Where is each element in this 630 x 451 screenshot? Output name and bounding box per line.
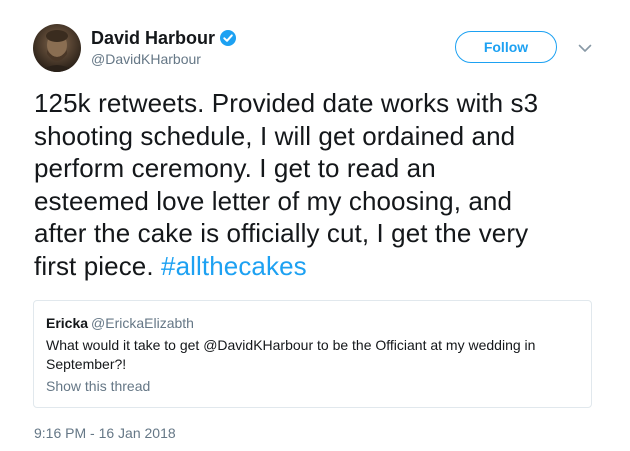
- quoted-tweet[interactable]: Ericka @Eric​kaElizabth What would it tak…: [33, 300, 592, 408]
- tweet-text-line: perform ceremony. I get to read an: [34, 153, 436, 183]
- tweet-text-line: esteemed love letter of my choosing, and: [34, 185, 513, 216]
- quoted-tweet-author: Ericka @Eric​kaElizabth: [46, 315, 194, 331]
- quoted-tweet-text-line: What would it take to get @DavidKHarbour…: [46, 337, 536, 353]
- hashtag-link[interactable]: #allthecakes: [161, 251, 307, 281]
- tweet-text-last-line: first piece. #allthecakes: [34, 250, 594, 283]
- tweet-text-line: after the cake is officially cut, I get …: [34, 218, 529, 248]
- tweet-text-segment: first piece.: [34, 250, 162, 281]
- show-thread-link[interactable]: Show this thread: [46, 378, 150, 394]
- quoted-tweet-text: What would it take to get @DavidKHarbour…: [46, 336, 566, 374]
- tweet-text-line: 125k retweets. Provided date works with …: [34, 88, 539, 118]
- quoted-tweet-text-line: September?!: [46, 356, 127, 372]
- author-handle[interactable]: @DavidKHarbour: [91, 51, 201, 67]
- author-name-row: David Harbour: [91, 27, 237, 49]
- verified-badge-icon: [220, 30, 237, 46]
- quoted-tweet-display-name: Ericka: [46, 315, 89, 331]
- tweet-card: David Harbour @DavidKHarbour Follow 125k…: [0, 0, 630, 451]
- tweet-timestamp[interactable]: 9:16 PM - 16 Jan 2018: [34, 425, 176, 441]
- author-display-name[interactable]: David Harbour: [91, 28, 215, 49]
- tweet-text-line: shooting schedule, I will get ordained a…: [34, 120, 516, 151]
- avatar[interactable]: [33, 24, 81, 72]
- follow-button[interactable]: Follow: [455, 31, 557, 63]
- quoted-tweet-handle: @Eric​kaElizabth: [91, 315, 194, 331]
- tweet-text: 125k retweets. Provided date works with …: [34, 87, 594, 282]
- chevron-down-icon[interactable]: [574, 38, 596, 58]
- avatar-image: [39, 30, 75, 72]
